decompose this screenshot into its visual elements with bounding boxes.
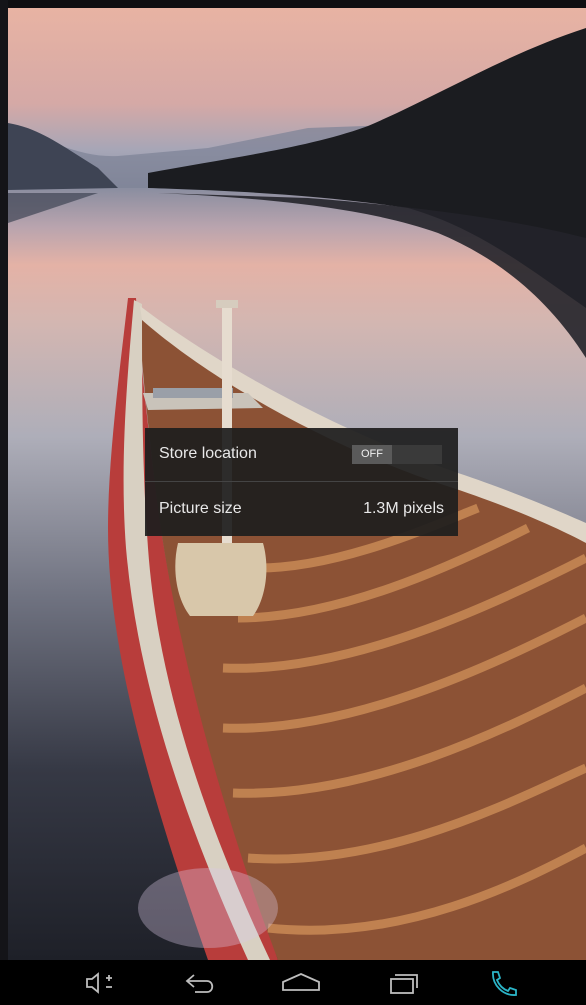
viewfinder-top-edge: [0, 0, 586, 8]
viewfinder-left-edge: [0, 0, 8, 960]
volume-button[interactable]: [76, 966, 126, 999]
system-navigation-bar: [0, 960, 586, 1005]
home-icon: [282, 972, 320, 991]
picture-size-row[interactable]: Picture size 1.3M pixels: [145, 483, 458, 536]
home-button[interactable]: [276, 966, 326, 999]
camera-settings-popup: Store location OFF Picture size 1.3M pix…: [145, 428, 458, 536]
store-location-row[interactable]: Store location OFF: [145, 428, 458, 481]
toggle-state-label: OFF: [352, 445, 392, 464]
store-location-toggle[interactable]: OFF: [352, 445, 442, 464]
phone-button[interactable]: [478, 966, 528, 999]
camera-viewfinder[interactable]: Store location OFF Picture size 1.3M pix…: [0, 0, 586, 960]
picture-size-value: 1.3M pixels: [363, 500, 444, 517]
recent-apps-icon: [390, 973, 418, 994]
popup-divider: [145, 481, 458, 482]
phone-icon: [492, 970, 517, 996]
store-location-label: Store location: [159, 445, 257, 462]
recent-apps-button[interactable]: [378, 966, 428, 999]
back-icon: [185, 973, 214, 993]
picture-size-label: Picture size: [159, 500, 242, 517]
back-button[interactable]: [176, 966, 226, 999]
volume-icon: [86, 971, 112, 994]
